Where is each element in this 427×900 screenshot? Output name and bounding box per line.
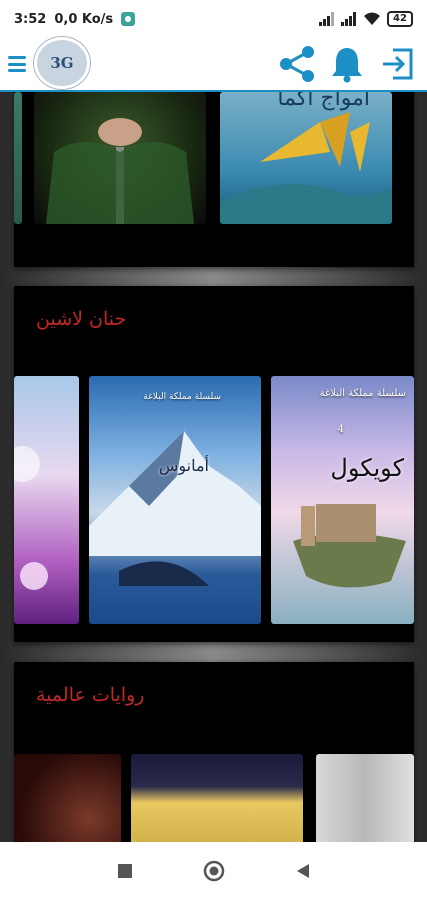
notifications-button[interactable]	[325, 42, 369, 86]
section-card: حنان لاشين سلسلة مملكة البلاغة أمانوس سل…	[14, 286, 414, 642]
signal-icon-2	[341, 12, 356, 26]
book-cover[interactable]	[14, 754, 121, 842]
book-cover-art	[89, 431, 261, 586]
home-icon	[203, 860, 224, 882]
book-cover[interactable]	[34, 92, 206, 224]
battery-icon: 42	[387, 11, 413, 27]
exit-icon	[383, 48, 413, 80]
logout-button[interactable]	[375, 42, 419, 86]
book-cover[interactable]: سلسلة مملكة البلاغة 4 كويكول	[271, 376, 414, 624]
recent-apps-icon	[117, 864, 132, 878]
signal-icon	[319, 12, 334, 26]
status-bar: 3:52 0,0 Ko/s 42	[0, 0, 427, 38]
book-cover-art	[220, 112, 392, 224]
book-cover[interactable]	[14, 92, 22, 224]
share-icon	[280, 46, 314, 82]
app-notification-icon	[121, 12, 136, 26]
book-cover[interactable]: سلسلة مملكة البلاغة أمانوس	[89, 376, 261, 624]
book-cover[interactable]	[131, 754, 303, 842]
app-bar: 3G	[0, 37, 427, 92]
app-logo[interactable]: 3G	[34, 37, 90, 89]
section-title: حنان لاشين	[36, 308, 127, 330]
book-title: أمانوس	[158, 456, 209, 475]
book-cover[interactable]	[14, 376, 79, 624]
section-title: روايات عالمية	[36, 684, 145, 706]
book-cover[interactable]: أمواج أكما	[220, 92, 392, 224]
book-list[interactable]: أمواج أكما حنان لاشين سلسلة مملكة البلاغ…	[0, 92, 427, 842]
book-cover[interactable]	[316, 754, 414, 842]
section-card: روايات عالمية	[14, 662, 414, 842]
status-net-speed: 0,0 Ko/s	[54, 11, 114, 27]
share-button[interactable]	[275, 42, 319, 86]
wifi-icon	[364, 12, 380, 25]
back-icon	[296, 864, 309, 878]
back-button[interactable]	[285, 853, 321, 889]
menu-icon[interactable]	[8, 53, 26, 75]
bell-icon	[332, 48, 362, 83]
status-time: 3:52	[14, 11, 47, 27]
book-cover-art	[293, 504, 406, 588]
logo-text: 3G	[50, 54, 74, 72]
system-nav-bar	[0, 842, 427, 900]
home-button[interactable]	[196, 853, 232, 889]
recent-apps-button[interactable]	[107, 853, 143, 889]
book-cover-art	[46, 118, 194, 224]
section-card: أمواج أكما	[14, 92, 414, 267]
book-cover-art	[14, 446, 48, 590]
